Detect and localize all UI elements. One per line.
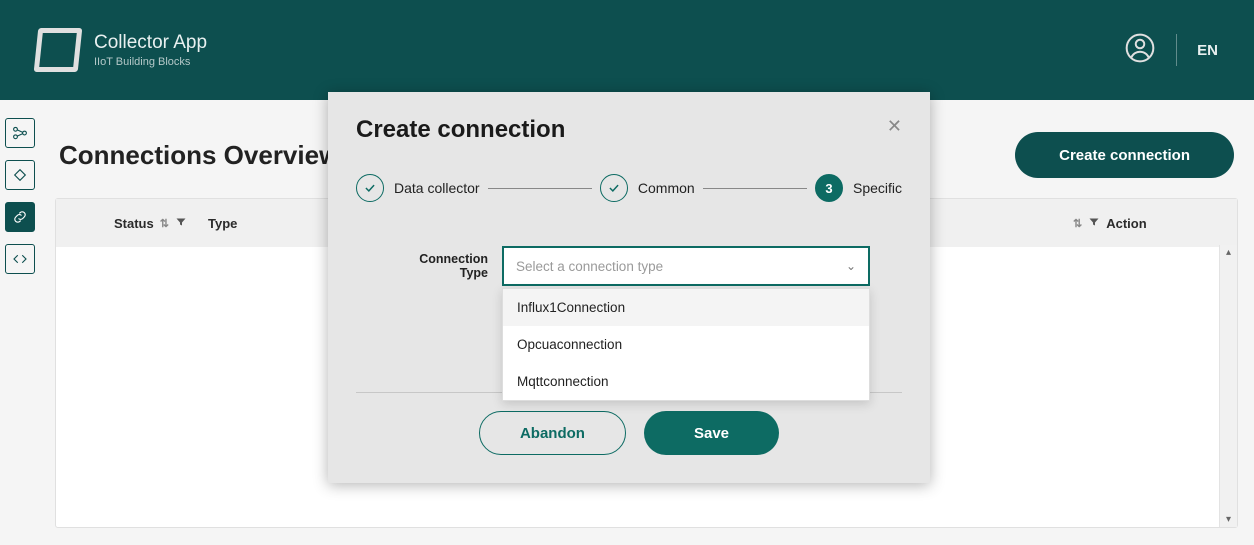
rail-link-icon[interactable] (5, 202, 35, 232)
scroll-up-icon[interactable]: ▴ (1226, 247, 1231, 258)
step-specific[interactable]: 3 Specific (815, 174, 902, 202)
step-connector (488, 188, 592, 189)
sort-icon[interactable]: ⇅ (160, 217, 169, 230)
connection-type-label: Connection Type (388, 252, 488, 280)
column-type-label: Type (208, 216, 237, 231)
dropdown-option[interactable]: Mqttconnection (503, 363, 869, 400)
dropdown-option[interactable]: Influx1Connection (503, 289, 869, 326)
filter-icon[interactable] (1088, 216, 1100, 231)
abandon-button[interactable]: Abandon (479, 411, 626, 455)
logo-text: Collector App IIoT Building Blocks (94, 32, 207, 68)
page-title: Connections Overview (59, 140, 339, 171)
check-icon (600, 174, 628, 202)
step-label: Common (638, 180, 695, 196)
create-connection-modal: Create connection ✕ Data collector Commo… (328, 92, 930, 483)
connection-type-select[interactable]: Select a connection type ⌄ Influx1Connec… (502, 246, 870, 286)
save-button[interactable]: Save (644, 411, 779, 455)
logo-icon (34, 28, 83, 72)
filter-icon[interactable] (175, 216, 187, 231)
rail-code-icon[interactable] (5, 244, 35, 274)
stepper: Data collector Common 3 Specific (356, 174, 902, 202)
user-icon[interactable] (1124, 32, 1156, 69)
column-type[interactable]: Type (208, 216, 328, 231)
column-status[interactable]: Status ⇅ (70, 216, 200, 231)
app-subtitle: IIoT Building Blocks (94, 56, 207, 68)
logo[interactable]: Collector App IIoT Building Blocks (36, 28, 207, 72)
create-connection-button[interactable]: Create connection (1015, 132, 1234, 178)
step-common[interactable]: Common (600, 174, 695, 202)
select-input[interactable]: Select a connection type ⌄ (502, 246, 870, 286)
modal-actions: Abandon Save (356, 411, 902, 455)
step-connector (703, 188, 807, 189)
step-data-collector[interactable]: Data collector (356, 174, 480, 202)
app-header: Collector App IIoT Building Blocks EN (0, 0, 1254, 100)
step-number-badge: 3 (815, 174, 843, 202)
check-icon (356, 174, 384, 202)
column-action[interactable]: ⇅ Action (1073, 216, 1223, 231)
scroll-down-icon[interactable]: ▾ (1226, 514, 1231, 525)
rail-diamond-icon[interactable] (5, 160, 35, 190)
scrollbar[interactable]: ▴ ▾ (1219, 245, 1237, 527)
step-label: Data collector (394, 180, 480, 196)
rail-nodes-icon[interactable] (5, 118, 35, 148)
close-icon[interactable]: ✕ (887, 116, 902, 137)
connection-type-dropdown: Influx1Connection Opcuaconnection Mqttco… (502, 288, 870, 401)
language-selector[interactable]: EN (1197, 42, 1218, 59)
column-status-label: Status (114, 216, 154, 231)
app-title: Collector App (94, 32, 207, 54)
step-label: Specific (853, 180, 902, 196)
sort-icon[interactable]: ⇅ (1073, 217, 1082, 230)
connection-type-row: Connection Type Select a connection type… (356, 246, 902, 286)
modal-title: Create connection (356, 116, 565, 144)
column-action-label: Action (1106, 216, 1146, 231)
chevron-down-icon: ⌄ (846, 259, 856, 273)
select-placeholder: Select a connection type (516, 259, 663, 274)
header-divider (1176, 34, 1177, 66)
side-rail (0, 100, 39, 545)
dropdown-option[interactable]: Opcuaconnection (503, 326, 869, 363)
